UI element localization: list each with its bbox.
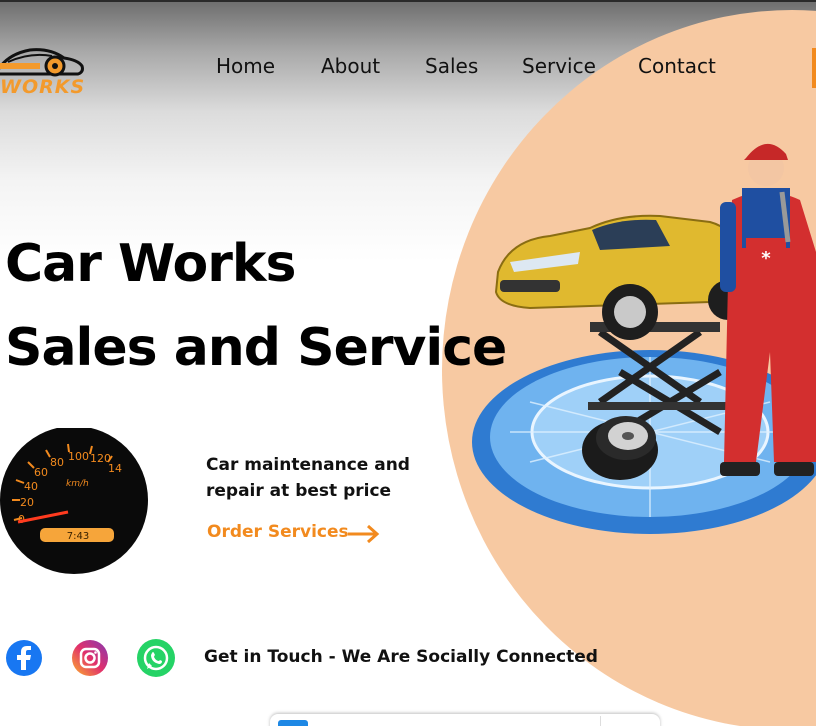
- hero-title-line2: Sales and Service: [5, 318, 507, 378]
- taskbar-divider: [600, 716, 601, 726]
- hero-description: Car maintenance and repair at best price: [206, 455, 410, 501]
- nav-home[interactable]: Home: [216, 54, 275, 78]
- speedometer-icon: 0 20 40 60 80 100 120 14 km/h 7:43: [0, 428, 148, 574]
- gauge-tick-60: 60: [34, 466, 48, 479]
- gauge-tick-20: 20: [20, 496, 34, 509]
- taskbar-app-icon[interactable]: [278, 720, 308, 726]
- mechanic-car-illustration: *: [472, 143, 816, 534]
- gauge-tick-140: 14: [108, 462, 122, 475]
- gauge-tick-100: 100: [68, 450, 89, 463]
- gauge-display: 7:43: [67, 531, 89, 542]
- nav-about[interactable]: About: [321, 54, 380, 78]
- gauge-tick-80: 80: [50, 456, 64, 469]
- hero-title-line1: Car Works: [5, 234, 296, 294]
- page: WORKS Home About Sales Service Contact *…: [0, 0, 816, 726]
- nav-sales[interactable]: Sales: [425, 54, 478, 78]
- social-tagline: Get in Touch - We Are Socially Connected: [204, 647, 598, 667]
- nav-cta-button[interactable]: [812, 48, 816, 88]
- svg-text:*: *: [761, 248, 771, 269]
- main-nav: Home About Sales Service Contact: [0, 54, 816, 84]
- gauge-tick-40: 40: [24, 480, 38, 493]
- gauge-unit: km/h: [66, 479, 89, 489]
- whatsapp-icon[interactable]: [136, 638, 176, 678]
- arrow-right-icon[interactable]: [346, 523, 382, 545]
- order-services-link[interactable]: Order Services: [207, 522, 349, 542]
- facebook-icon[interactable]: [4, 638, 44, 678]
- instagram-icon[interactable]: [70, 638, 110, 678]
- taskbar: [270, 714, 660, 726]
- nav-contact[interactable]: Contact: [638, 54, 716, 78]
- nav-service[interactable]: Service: [522, 54, 596, 78]
